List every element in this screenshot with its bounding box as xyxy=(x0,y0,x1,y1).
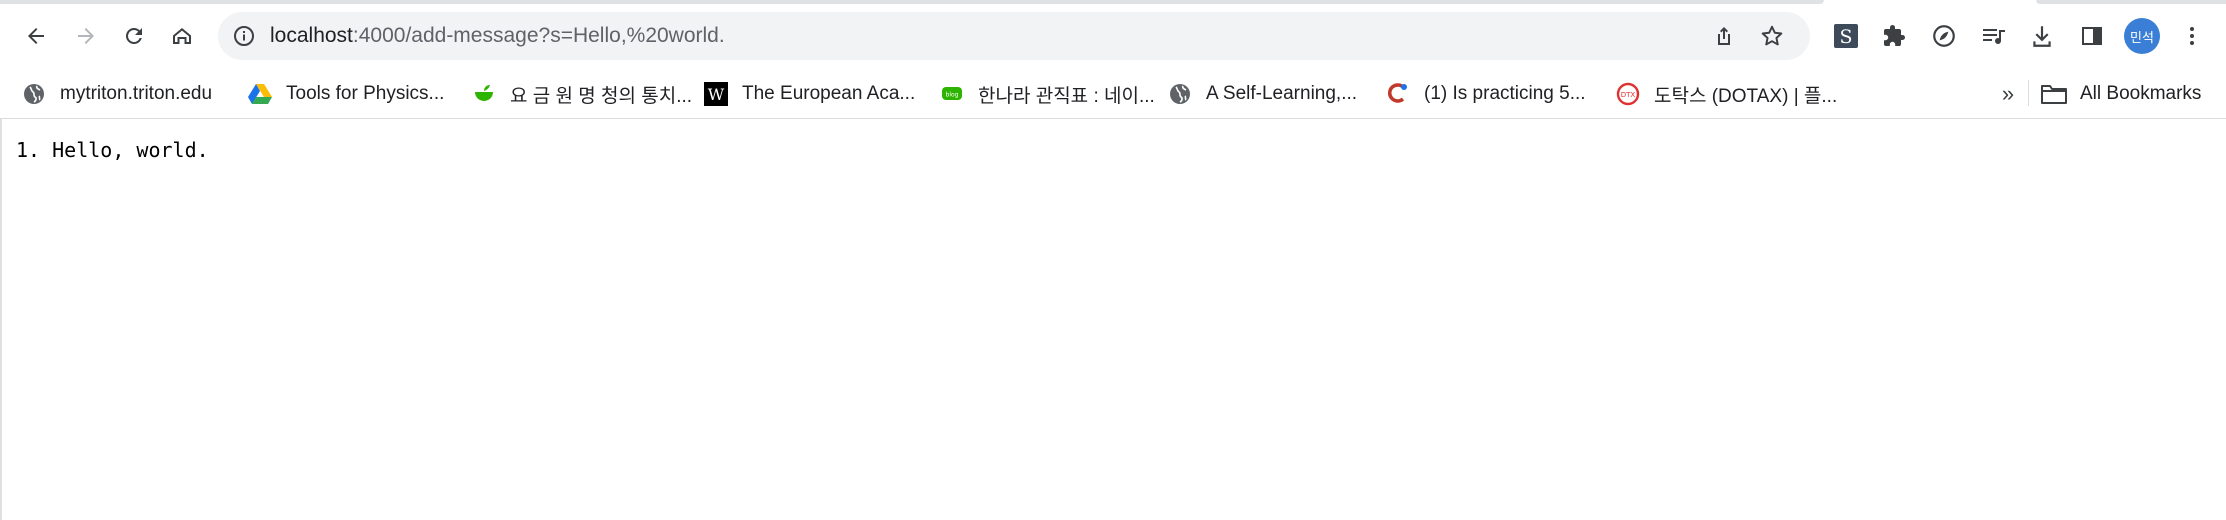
s-extension-icon: S xyxy=(1834,24,1858,48)
bookmark-tools-for-physics[interactable]: Tools for Physics... xyxy=(248,76,444,112)
url-text[interactable]: localhost:4000/add-message?s=Hello,%20wo… xyxy=(270,12,725,60)
all-bookmarks-button[interactable]: All Bookmarks xyxy=(2040,76,2201,112)
svg-text:W: W xyxy=(708,85,725,104)
browser-window: localhost:4000/add-message?s=Hello,%20wo… xyxy=(0,0,2226,520)
bookmark-mytriton[interactable]: mytriton.triton.edu xyxy=(22,76,212,112)
bookmark-label: The European Aca... xyxy=(742,83,916,104)
star-icon xyxy=(1761,25,1783,46)
url-path: :4000/add-message?s=Hello,%20world. xyxy=(352,24,725,47)
list-item: 1. Hello, world. xyxy=(16,138,209,162)
puzzle-icon xyxy=(1884,25,1905,46)
reload-icon xyxy=(126,28,142,44)
w-icon: W xyxy=(704,82,728,106)
globe-icon xyxy=(1168,82,1192,106)
bookmark-self-learning[interactable]: A Self-Learning,... xyxy=(1168,76,1357,112)
bookmark-label: 요 금 원 명 청의 통치... xyxy=(510,85,693,107)
home-button[interactable] xyxy=(162,16,202,56)
side-panel-button[interactable] xyxy=(2072,16,2112,56)
message-list: 1. Hello, world. xyxy=(16,137,209,163)
google-drive-icon xyxy=(248,82,272,106)
reading-list-button[interactable] xyxy=(1974,16,2014,56)
svg-text:DTX: DTX xyxy=(1621,91,1636,99)
address-bar[interactable]: localhost:4000/add-message?s=Hello,%20wo… xyxy=(218,12,1810,60)
back-button[interactable] xyxy=(16,16,56,56)
leaf-icon xyxy=(1933,25,1955,47)
share-button[interactable] xyxy=(1708,20,1740,52)
bookmark-star-button[interactable] xyxy=(1756,20,1788,52)
page-content: 1. Hello, world. xyxy=(0,119,2226,520)
home-icon xyxy=(173,28,191,44)
bookmarks-separator xyxy=(2028,80,2029,106)
bookmark-han-dynasty[interactable]: blog 한나라 관직표 : 네이... xyxy=(940,76,1155,112)
dotax-icon: DTX xyxy=(1616,82,1640,106)
profile-avatar[interactable]: 민석 xyxy=(2124,18,2160,54)
extensions-button[interactable] xyxy=(1874,16,1914,56)
bookmarks-overflow-button[interactable]: » xyxy=(1996,76,2020,112)
grammar-extension-button[interactable] xyxy=(1924,16,1964,56)
bookmark-label: Tools for Physics... xyxy=(286,83,445,104)
browser-menu-button[interactable] xyxy=(2172,16,2212,56)
bookmark-european-academy[interactable]: W The European Aca... xyxy=(704,76,915,112)
naver-blog-icon: blog xyxy=(940,82,964,106)
bookmark-label: (1) Is practicing 5... xyxy=(1424,83,1586,104)
info-icon[interactable] xyxy=(232,24,256,48)
arrow-left-icon xyxy=(28,28,44,44)
reload-button[interactable] xyxy=(114,16,154,56)
s-extension-button[interactable]: S xyxy=(1826,16,1866,56)
folder-icon xyxy=(2040,82,2068,106)
download-icon xyxy=(2033,26,2051,47)
forward-button[interactable] xyxy=(66,16,106,56)
browser-toolbar: localhost:4000/add-message?s=Hello,%20wo… xyxy=(0,0,2226,72)
bookmarks-bar: mytriton.triton.edu Tools for Physics...… xyxy=(0,72,2226,116)
svg-text:blog: blog xyxy=(946,92,959,99)
bookmark-label: A Self-Learning,... xyxy=(1206,83,1358,104)
url-host: localhost xyxy=(270,24,353,47)
kebab-menu-icon xyxy=(2190,27,2194,45)
bookmark-dotax[interactable]: DTX 도탁스 (DOTAX) | 플... xyxy=(1616,76,1837,112)
bookmark-label: mytriton.triton.edu xyxy=(60,83,213,104)
green-cup-icon xyxy=(472,82,496,106)
quora-icon xyxy=(1386,82,1410,106)
downloads-button[interactable] xyxy=(2022,16,2062,56)
side-panel-icon xyxy=(2082,27,2102,45)
bookmark-label: 한나라 관직표 : 네이... xyxy=(978,85,1155,107)
svg-text:S: S xyxy=(1839,26,1852,48)
globe-icon xyxy=(22,82,46,106)
share-icon xyxy=(1718,27,1730,45)
all-bookmarks-label: All Bookmarks xyxy=(2080,83,2202,104)
bookmark-quora[interactable]: (1) Is practicing 5... xyxy=(1386,76,1586,112)
bookmark-korean-history[interactable]: 요 금 원 명 청의 통치... xyxy=(472,76,692,112)
arrow-right-icon xyxy=(78,28,94,44)
reading-list-icon xyxy=(1983,29,2005,45)
bookmark-label: 도탁스 (DOTAX) | 플... xyxy=(1654,85,1838,107)
